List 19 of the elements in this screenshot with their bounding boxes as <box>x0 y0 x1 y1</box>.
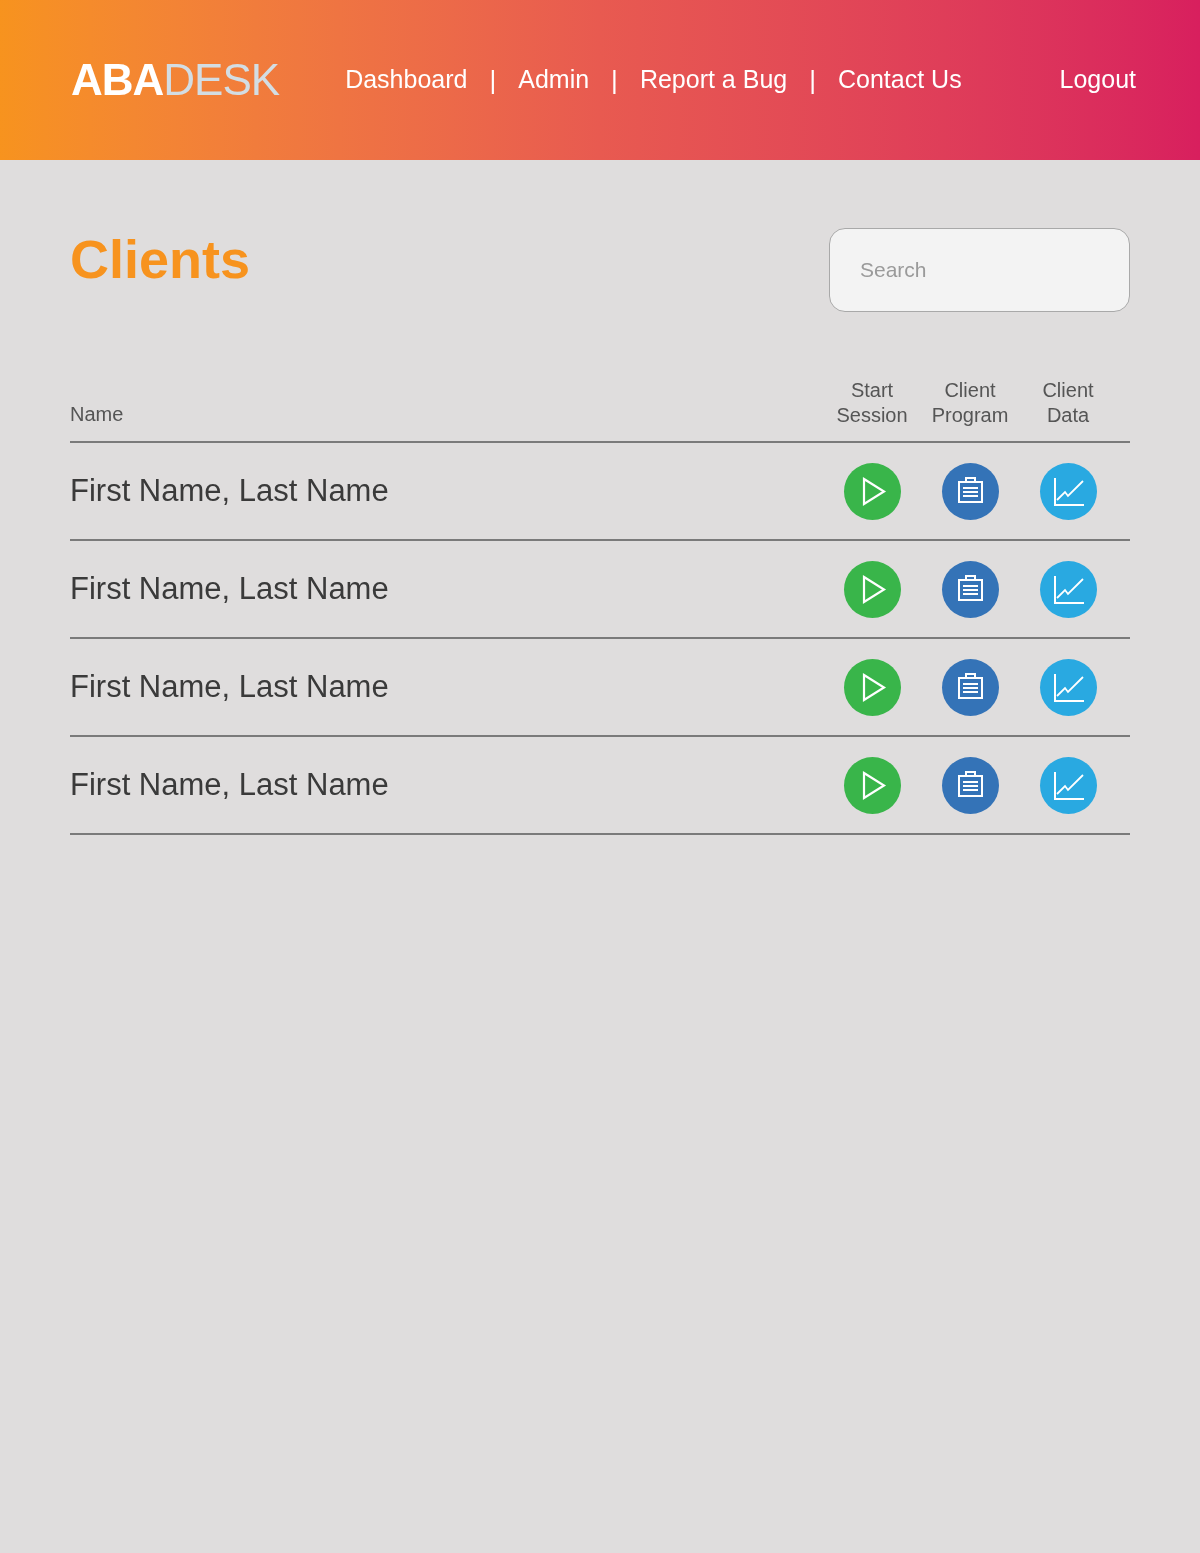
nav-link[interactable]: Dashboard <box>345 61 468 99</box>
nav-link[interactable]: Contact Us <box>837 61 962 99</box>
page-title: Clients <box>70 232 251 286</box>
column-header: Start Session <box>835 378 909 428</box>
nav-separator: | <box>489 63 497 97</box>
nav-separator: | <box>809 63 816 97</box>
search-field[interactable]: Search <box>829 228 1130 312</box>
client-name: First Name, Last Name <box>70 472 389 508</box>
client-name: First Name, Last Name <box>70 668 389 704</box>
logout-link[interactable]: Logout <box>1059 61 1136 99</box>
nav-link[interactable]: Admin <box>518 61 590 99</box>
client-name: First Name, Last Name <box>70 766 389 802</box>
column-header: Client Data <box>1041 378 1095 428</box>
client-name: First Name, Last Name <box>70 570 389 606</box>
nav-link[interactable]: Report a Bug <box>639 61 788 99</box>
column-header: Client Program <box>930 378 1010 428</box>
nav-separator: | <box>611 63 618 97</box>
abadesk-logo[interactable]: ABADESK <box>71 58 280 102</box>
column-header: Name <box>70 403 124 425</box>
